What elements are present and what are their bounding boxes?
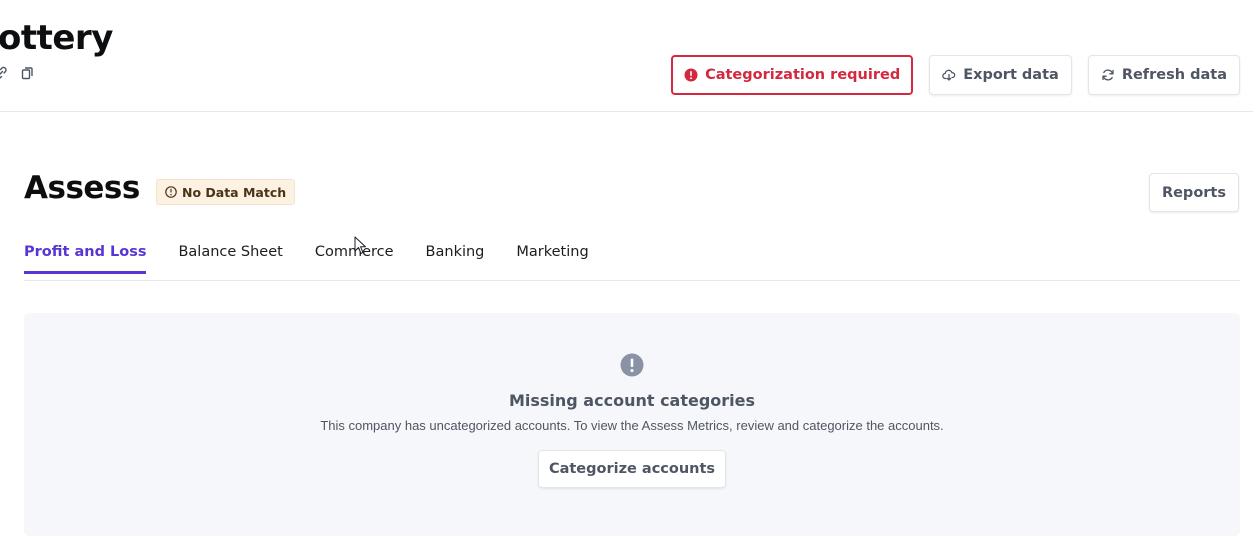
error-circle-icon: [684, 68, 698, 82]
header-divider: [0, 111, 1253, 112]
categorization-required-button[interactable]: Categorization required: [671, 55, 914, 95]
categorize-accounts-button[interactable]: Categorize accounts: [537, 450, 727, 488]
empty-state-description: This company has uncategorized accounts.…: [320, 418, 944, 433]
info-icon: [165, 186, 177, 198]
tab-banking[interactable]: Banking: [426, 244, 485, 274]
status-badge: No Data Match: [156, 179, 296, 205]
categorize-accounts-label: Categorize accounts: [548, 461, 716, 477]
empty-state-title: Missing account categories: [508, 391, 756, 410]
reports-label: Reports: [1161, 184, 1226, 201]
alert-circle-icon: [620, 353, 644, 377]
mouse-cursor-icon: [354, 236, 366, 254]
company-title: ottery: [0, 18, 113, 58]
tab-balance-sheet[interactable]: Balance Sheet: [178, 244, 282, 274]
copy-icon[interactable]: [20, 66, 34, 80]
export-data-button[interactable]: Export data: [929, 55, 1072, 95]
title-icon-group: [0, 66, 34, 80]
export-data-label: Export data: [963, 67, 1059, 83]
refresh-icon: [1101, 68, 1115, 82]
page-title: Assess: [24, 170, 140, 206]
cloud-download-icon: [942, 68, 956, 82]
assess-tabs: Profit and Loss Balance Sheet Commerce B…: [24, 244, 589, 274]
status-badge-label: No Data Match: [182, 184, 287, 200]
refresh-data-button[interactable]: Refresh data: [1087, 55, 1240, 95]
link-icon[interactable]: [0, 66, 8, 80]
reports-button[interactable]: Reports: [1148, 173, 1239, 212]
categorization-required-label: Categorization required: [705, 67, 901, 83]
tab-marketing[interactable]: Marketing: [516, 244, 588, 274]
refresh-data-label: Refresh data: [1121, 67, 1227, 83]
empty-state-panel: Missing account categories This company …: [24, 313, 1240, 536]
header-actions: Categorization required Export data Refr…: [671, 55, 1240, 95]
tab-profit-and-loss[interactable]: Profit and Loss: [24, 244, 147, 274]
assess-page: ottery Categorization required Export da…: [0, 0, 1253, 555]
tabs-divider: [24, 280, 1240, 281]
